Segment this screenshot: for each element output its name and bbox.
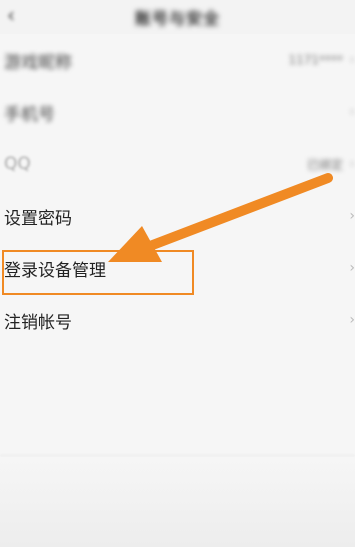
row-label: 设置密码 [4, 208, 72, 229]
row-delete-account[interactable]: 注销帐号 › [0, 294, 355, 346]
chevron-right-icon: › [349, 104, 355, 120]
row-phone[interactable]: 手机号 › [0, 86, 355, 138]
top-bar: ‹ 账号与安全 [0, 0, 355, 34]
row-set-password[interactable]: 设置密码 › [0, 190, 355, 242]
settings-list: 游戏昵称 1171**** › 手机号 › QQ 已绑定 › 设置密码 › 登录… [0, 34, 355, 346]
row-value: 已绑定 [306, 157, 343, 172]
row-label: 游戏昵称 [4, 52, 72, 73]
chevron-right-icon: › [349, 156, 355, 172]
chevron-right-icon: › [349, 260, 355, 276]
row-label: 手机号 [4, 104, 55, 125]
chevron-right-icon: › [349, 208, 355, 224]
chevron-left-icon: ‹ [7, 3, 15, 27]
back-button[interactable]: ‹ [0, 3, 22, 27]
chevron-right-icon: › [349, 312, 355, 328]
row-qq[interactable]: QQ 已绑定 › [0, 138, 355, 190]
row-nickname[interactable]: 游戏昵称 1171**** › [0, 34, 355, 86]
account-security-page: ‹ 账号与安全 游戏昵称 1171**** › 手机号 › QQ 已绑定 › 设… [0, 0, 355, 547]
row-value: 1171**** [288, 53, 343, 67]
page-title: 账号与安全 [134, 9, 220, 28]
highlight-box [2, 250, 194, 295]
row-label: QQ [4, 154, 31, 174]
divider [0, 455, 355, 456]
row-label: 注销帐号 [4, 312, 72, 333]
chevron-right-icon: › [349, 52, 355, 68]
footer-area [0, 457, 355, 547]
